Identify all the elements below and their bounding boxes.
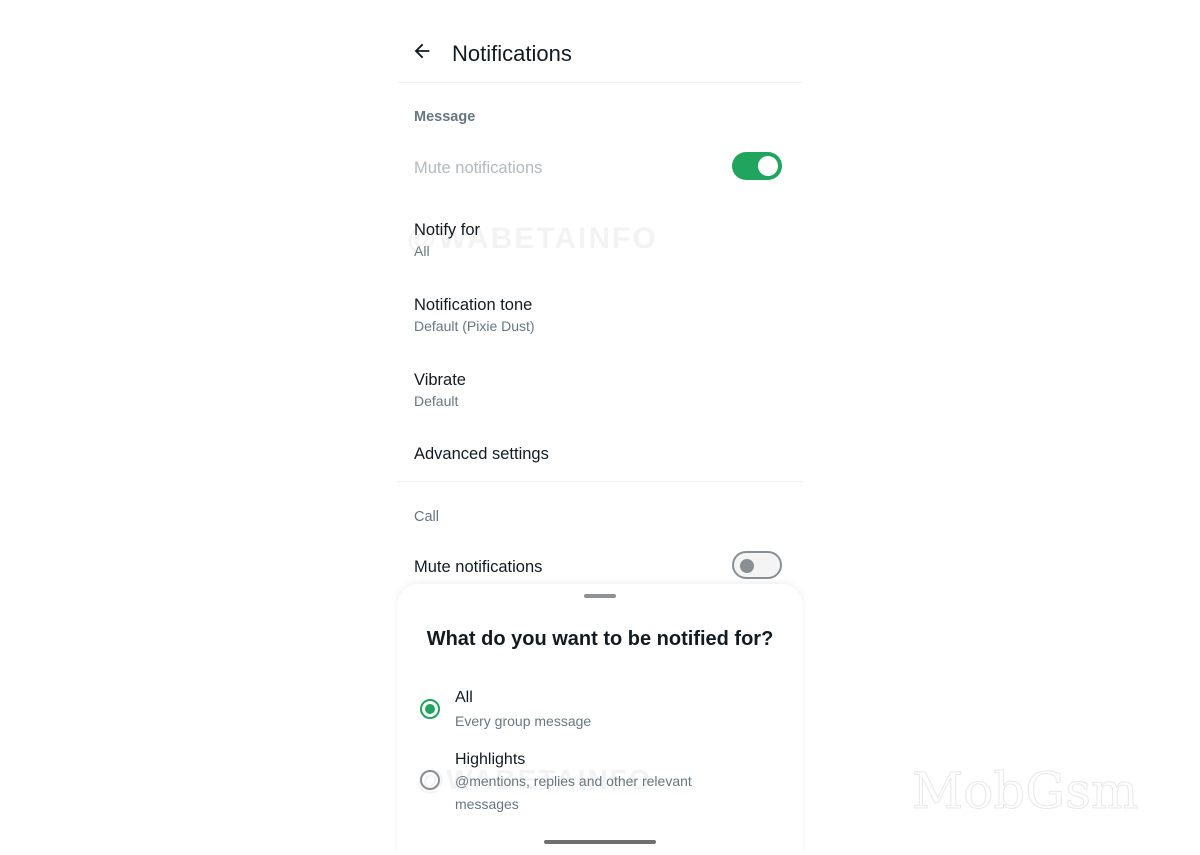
notify-for-bottom-sheet: What do you want to be notified for? All… bbox=[397, 584, 803, 855]
radio-unchecked-icon[interactable] bbox=[420, 770, 440, 790]
watermark-mobgsm: MobGsm bbox=[911, 762, 1139, 821]
call-mute-label: Mute notifications bbox=[414, 558, 543, 576]
vibrate-value: Default bbox=[414, 393, 459, 409]
call-mute-toggle[interactable] bbox=[732, 551, 782, 579]
vibrate-label: Vibrate bbox=[414, 371, 466, 389]
radio-dot bbox=[425, 704, 435, 714]
toggle-knob bbox=[740, 559, 754, 573]
option-all[interactable]: All Every group message bbox=[397, 686, 803, 736]
message-mute-row[interactable]: Mute notifications bbox=[397, 150, 803, 190]
app-bar: Notifications bbox=[397, 20, 803, 83]
home-indicator[interactable] bbox=[544, 840, 656, 844]
option-all-description: Every group message bbox=[455, 713, 592, 729]
option-all-label: All bbox=[455, 689, 473, 706]
section-header-call: Call bbox=[414, 509, 439, 525]
notify-for-value: All bbox=[414, 243, 430, 259]
section-divider bbox=[397, 481, 803, 482]
option-highlights-label: Highlights bbox=[455, 751, 526, 768]
vibrate-row[interactable]: Vibrate Default bbox=[397, 368, 803, 416]
advanced-settings-row[interactable]: Advanced settings bbox=[397, 440, 803, 474]
arrow-left-icon[interactable] bbox=[411, 40, 433, 62]
option-highlights-description: @mentions, replies and other relevant me… bbox=[455, 773, 692, 812]
notification-tone-row[interactable]: Notification tone Default (Pixie Dust) bbox=[397, 293, 803, 341]
advanced-settings-label: Advanced settings bbox=[414, 445, 549, 463]
notify-for-row[interactable]: Notify for All bbox=[397, 218, 803, 266]
option-highlights[interactable]: Highlights @mentions, replies and other … bbox=[397, 748, 803, 818]
drag-handle[interactable] bbox=[584, 594, 616, 598]
message-mute-label: Mute notifications bbox=[414, 159, 543, 177]
notify-for-label: Notify for bbox=[414, 221, 481, 239]
toggle-knob bbox=[758, 156, 778, 176]
radio-checked-icon[interactable] bbox=[420, 699, 440, 719]
sheet-title: What do you want to be notified for? bbox=[426, 628, 774, 650]
call-mute-row[interactable]: Mute notifications bbox=[397, 550, 803, 586]
page-title: Notifications bbox=[452, 41, 572, 66]
notification-tone-label: Notification tone bbox=[414, 296, 533, 314]
notification-tone-value: Default (Pixie Dust) bbox=[414, 318, 535, 334]
message-mute-toggle[interactable] bbox=[732, 152, 782, 180]
section-header-message: Message bbox=[414, 109, 476, 125]
